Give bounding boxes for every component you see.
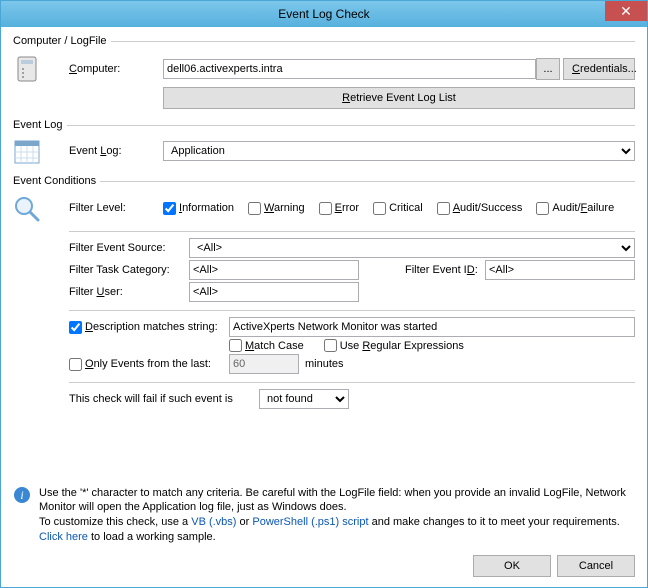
eventlog-select[interactable]: Application — [163, 141, 635, 161]
description-input[interactable] — [229, 317, 635, 337]
computer-label: omputer: — [77, 63, 120, 75]
credentials-button[interactable]: Credentials... — [563, 58, 635, 80]
info-text: Use the '*' character to match any crite… — [39, 486, 635, 545]
event-source-select[interactable]: <All> — [189, 238, 635, 258]
chk-error[interactable]: Error — [319, 202, 359, 215]
link-powershell[interactable]: PowerShell (.ps1) script — [252, 516, 368, 528]
chk-match-case[interactable]: Match Case — [229, 339, 304, 352]
only-events-input — [229, 354, 299, 374]
group-event-conditions: Event Conditions Filter Level: Informati… — [13, 175, 635, 476]
chk-only-events[interactable]: Only Events from the last: — [69, 358, 229, 371]
fail-label: This check will fail if such event is — [69, 393, 259, 405]
browse-button[interactable]: ... — [536, 58, 560, 80]
window-title: Event Log Check — [278, 7, 369, 21]
minutes-label: minutes — [305, 358, 344, 370]
group-event-log: Event Log Event Log: Application — [13, 119, 635, 171]
chk-audit-failure[interactable]: Audit/Failure — [536, 202, 614, 215]
calendar-icon — [13, 139, 41, 165]
fail-select[interactable]: not found — [259, 389, 349, 409]
chk-audit-success[interactable]: Audit/Success — [437, 202, 523, 215]
dialog-body: Computer / LogFile Computer: ... Credent… — [1, 27, 647, 587]
filter-user-input[interactable] — [189, 282, 359, 302]
event-id-input[interactable] — [485, 260, 635, 280]
chk-warning[interactable]: Warning — [248, 202, 305, 215]
task-category-input[interactable] — [189, 260, 359, 280]
ok-button[interactable]: OK — [473, 555, 551, 577]
chk-description-matches[interactable]: Description matches string: — [69, 321, 229, 334]
chk-critical[interactable]: Critical — [373, 202, 423, 215]
link-vb[interactable]: VB (.vbs) — [191, 516, 236, 528]
legend-event-log: Event Log — [13, 119, 67, 131]
task-category-label: Filter Task Category: — [69, 264, 170, 276]
computer-icon — [13, 55, 41, 85]
link-click-here[interactable]: Click here — [39, 531, 88, 543]
info-box: i Use the '*' character to match any cri… — [13, 486, 635, 545]
filter-level-label: Filter Level: — [69, 202, 126, 214]
retrieve-button[interactable]: Retrieve Event Log List — [163, 87, 635, 109]
cancel-button[interactable]: Cancel — [557, 555, 635, 577]
computer-input[interactable] — [163, 59, 536, 79]
legend-event-conditions: Event Conditions — [13, 175, 100, 187]
info-icon: i — [13, 486, 31, 545]
chk-use-regex[interactable]: Use Regular Expressions — [324, 339, 464, 352]
eventlog-label: Event Log: — [69, 145, 122, 157]
event-id-label: Filter Event ID: — [405, 264, 478, 276]
event-source-label: Filter Event Source: — [69, 242, 166, 254]
legend-computer-logfile: Computer / LogFile — [13, 35, 111, 47]
titlebar: Event Log Check ✕ — [1, 1, 647, 27]
close-button[interactable]: ✕ — [605, 1, 647, 21]
group-computer-logfile: Computer / LogFile Computer: ... Credent… — [13, 35, 635, 115]
button-bar: OK Cancel — [13, 549, 635, 577]
svg-text:i: i — [20, 488, 23, 502]
magnifier-icon — [13, 195, 41, 223]
chk-information[interactable]: Information — [163, 202, 234, 215]
close-icon: ✕ — [620, 3, 632, 20]
filter-user-label: Filter User: — [69, 286, 123, 298]
